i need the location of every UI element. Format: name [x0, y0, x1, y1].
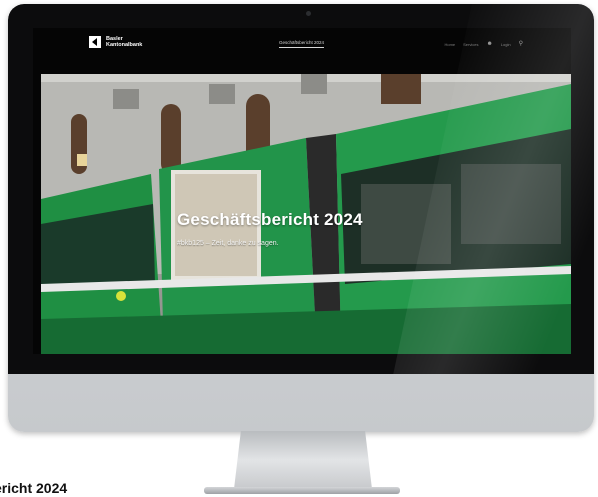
nav-services-link[interactable]: Services: [463, 42, 478, 47]
nav-home-link[interactable]: Home: [444, 42, 455, 47]
bank-logo-icon: [89, 36, 101, 48]
bank-logo[interactable]: Basler Kantonalbank: [89, 36, 142, 48]
camera-dot: [306, 11, 311, 16]
hero-headline: Geschäftsbericht 2024: [177, 210, 363, 229]
monitor-stand: [234, 431, 372, 489]
logo-line-2: Kantonalbank: [106, 42, 143, 48]
hero-image: Geschäftsbericht 2024 #bkb125 – Zeit, da…: [41, 74, 571, 354]
monitor-bezel: Basler Kantonalbank Geschäftsbericht 202…: [8, 4, 594, 374]
user-icon[interactable]: ☻: [486, 41, 492, 47]
website-screen: Basler Kantonalbank Geschäftsbericht 202…: [33, 28, 571, 354]
monitor: Basler Kantonalbank Geschäftsbericht 202…: [8, 4, 594, 432]
site-header: Basler Kantonalbank Geschäftsbericht 202…: [33, 28, 571, 70]
hero-subline: #bkb125 – Zeit, danke zu sagen.: [177, 240, 279, 247]
search-icon[interactable]: ⚲: [519, 41, 523, 47]
page-caption: ericht 2024: [0, 480, 68, 496]
monitor-stand-base: [204, 487, 400, 494]
bank-logo-text: Basler Kantonalbank: [106, 36, 142, 48]
nav-right: Home Services ☻ Login ⚲: [444, 41, 523, 47]
nav-login-link[interactable]: Login: [501, 42, 511, 47]
nav-report-link[interactable]: Geschäftsbericht 2024: [279, 40, 325, 48]
